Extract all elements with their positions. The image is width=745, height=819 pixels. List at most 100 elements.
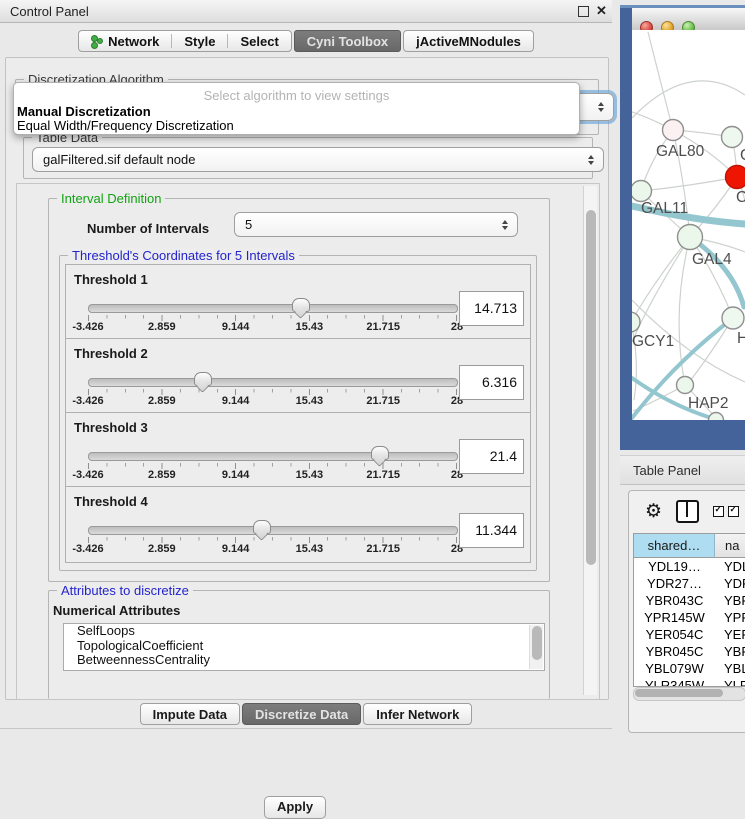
table-row[interactable]: YER054C YER0 [634,626,745,643]
tab-discretize-data[interactable]: Discretize Data [242,703,361,725]
table-data-combo[interactable]: galFiltered.sif default node [32,147,604,172]
tab-infer-network[interactable]: Infer Network [363,703,472,725]
tick-label: 21.715 [366,543,400,555]
table-cell[interactable]: YER054C [634,626,715,643]
apply-button[interactable]: Apply [264,796,326,819]
network-icon [91,35,103,48]
table-cell[interactable]: YLR3 [715,677,745,687]
combo-arrows-icon [502,220,508,230]
network-canvas[interactable]: GAL80 G C GAL11 GAL4 GCY1 H HAP2 [632,30,745,420]
threshold-4-slider-thumb[interactable] [253,520,271,534]
node-bottom-partial[interactable] [709,413,724,421]
table-cell[interactable]: YER0 [715,626,745,643]
table-cell[interactable]: YBL079W [634,660,715,677]
node-gal80[interactable] [663,120,684,141]
node-label: GAL80 [656,143,705,160]
settings-scrollbar[interactable] [583,186,597,695]
node-label: GCY1 [632,333,674,350]
number-of-intervals-combo[interactable]: 5 [234,212,518,237]
node-gcy1[interactable] [632,312,640,332]
table-row[interactable]: YBR043C YBR0 [634,592,745,609]
table-cell[interactable]: YBL0 [715,660,745,677]
table-horizontal-scrollbar-thumb[interactable] [635,689,723,697]
threshold-4-slider[interactable] [88,526,458,535]
node-gal11[interactable] [632,181,652,202]
algorithm-dropdown: Select algorithm to view settings Manual… [13,82,580,135]
table-cell[interactable]: YBR043C [634,592,715,609]
column-header-shared-name[interactable]: shared… [634,534,715,558]
list-item[interactable]: BetweennessCentrality [64,653,544,668]
threshold-3-slider-thumb[interactable] [371,446,389,460]
checkbox-icon[interactable] [728,506,739,517]
tab-cyni-toolbox[interactable]: Cyni Toolbox [294,30,401,52]
table-row[interactable]: YBL079W YBL0 [634,660,745,677]
threshold-4-label: Threshold 4 [74,494,148,509]
table-row[interactable]: YLR345W YLR3 [634,677,745,687]
node-top-right[interactable] [722,127,743,148]
table-cell[interactable]: YPR1 [715,609,745,626]
threshold-4-row: Threshold 4 -3.426 2.859 9.144 15.43 21.… [65,486,531,563]
split-columns-icon[interactable] [676,500,699,523]
checkbox-icon[interactable] [713,506,724,517]
threshold-2-slider-thumb[interactable] [194,372,212,386]
dropdown-item-equal-width-frequency[interactable]: Equal Width/Frequency Discretization [17,118,234,133]
attributes-scrollbar[interactable] [529,625,543,669]
float-window-icon[interactable] [578,6,589,17]
table-row[interactable]: YBR045C YBR0 [634,643,745,660]
tick-label: 2.859 [148,321,176,333]
table-cell[interactable]: YPR145W [634,609,715,626]
tab-cyni-toolbox-label: Cyni Toolbox [307,34,388,49]
tab-jactivemnodules[interactable]: jActiveMNodules [403,30,534,52]
table-cell[interactable]: YDL1 [715,558,745,575]
tick-label: 21.715 [366,321,400,333]
numerical-attributes-list[interactable]: SelfLoops TopologicalCoefficient Between… [63,623,545,671]
table-row[interactable]: YDL19… YDL1 [634,558,745,575]
dropdown-item-manual-discretization[interactable]: Manual Discretization [17,104,151,119]
table-row[interactable]: YPR145W YPR1 [634,609,745,626]
node-label: GAL11 [641,200,688,217]
node-h[interactable] [722,307,744,329]
table-cell[interactable]: YDL19… [634,558,715,575]
table-cell[interactable]: YDR2 [715,575,745,592]
combo-arrows-icon [588,155,594,165]
table-cell[interactable]: YBR0 [715,643,745,660]
tick-label: 9.144 [222,543,250,555]
table-row[interactable]: YDR27… YDR2 [634,575,745,592]
node-label: H [737,330,745,347]
threshold-1-value-field[interactable]: 14.713 [459,291,524,326]
threshold-1-slider-thumb[interactable] [292,298,310,312]
threshold-1-slider[interactable] [88,304,458,313]
threshold-4-value-field[interactable]: 11.344 [459,513,524,548]
close-icon[interactable]: ✕ [596,3,607,19]
combo-arrows-icon [598,102,604,112]
list-item[interactable]: TopologicalCoefficient [64,639,544,654]
tab-style[interactable]: Style [172,31,227,51]
settings-scrollbar-thumb[interactable] [586,210,596,565]
node-label: HAP2 [688,395,729,412]
table-horizontal-scrollbar[interactable] [633,687,745,701]
window-title: Control Panel [0,4,89,19]
tick-label: -3.426 [72,321,103,333]
tick-label: 21.715 [366,395,400,407]
table-cell[interactable]: YLR345W [634,677,715,687]
threshold-2-value-field[interactable]: 6.316 [459,365,524,400]
tick-label: -3.426 [72,543,103,555]
node-hap2[interactable] [677,377,694,394]
threshold-3-value-field[interactable]: 21.4 [459,439,524,474]
network-window-titlebar[interactable] [632,8,745,31]
table-cell[interactable]: YDR27… [634,575,715,592]
gear-icon[interactable]: ⚙ [645,502,662,521]
threshold-2-slider[interactable] [88,378,458,387]
table-cell[interactable]: YBR0 [715,592,745,609]
threshold-3-slider[interactable] [88,452,458,461]
tick-label: 21.715 [366,469,400,481]
tab-impute-data[interactable]: Impute Data [140,703,240,725]
list-item[interactable]: SelfLoops [64,624,544,639]
tab-select[interactable]: Select [228,31,290,51]
attributes-scrollbar-thumb[interactable] [532,626,542,660]
node-gal4[interactable] [678,225,703,250]
table-cell[interactable]: YBR045C [634,643,715,660]
tab-network[interactable]: Network [79,31,171,51]
column-header-name[interactable]: na [715,534,745,558]
node-selected-red[interactable] [726,166,745,189]
